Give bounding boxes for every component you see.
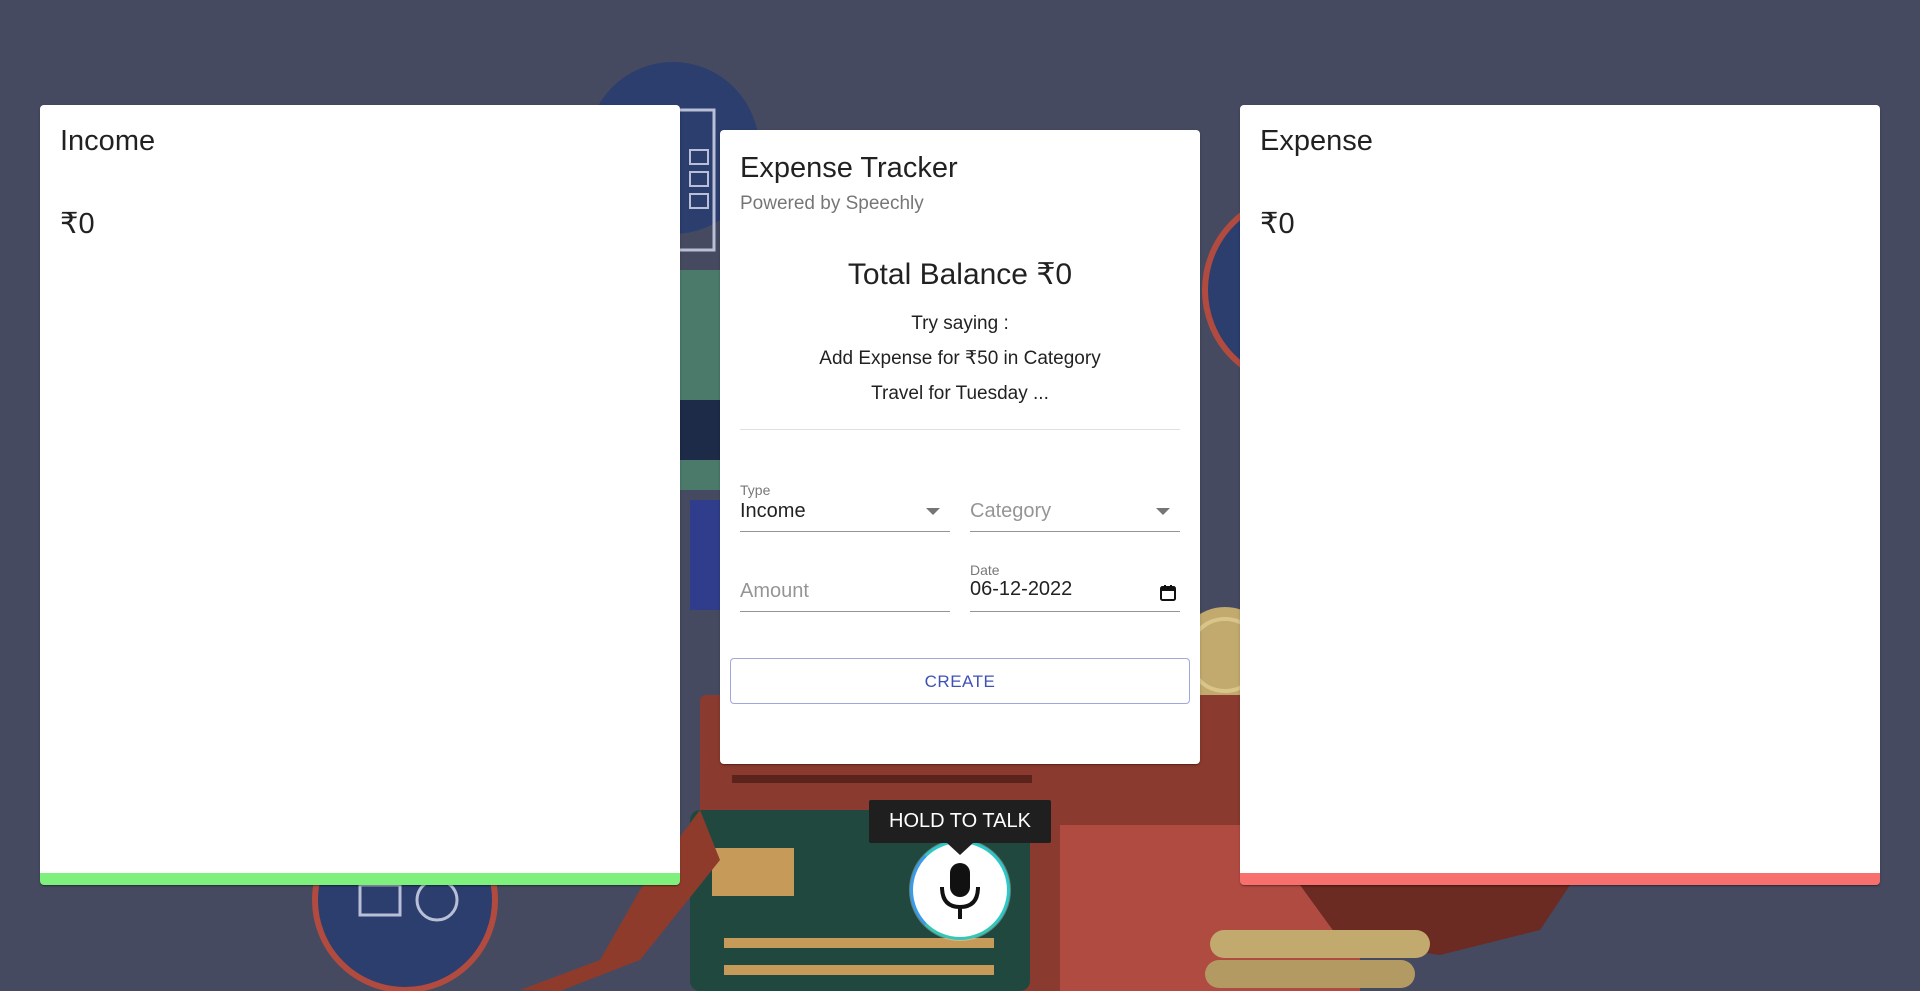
calendar-icon[interactable] [1160,585,1176,601]
expense-title: Expense [1260,125,1373,157]
income-title: Income [60,125,156,157]
expense-tracker-card: Expense Tracker Powered by Speechly Tota… [720,130,1200,764]
total-balance: Total Balance ₹0 [847,258,1073,291]
type-label: Type [740,482,771,498]
amount-placeholder: Amount [740,580,809,602]
category-select[interactable]: Category [970,482,1180,532]
date-input[interactable]: Date 06-12-2022 [970,562,1180,612]
voice-hint: Try saying : Add Expense for ₹50 in Cate… [740,306,1180,411]
date-label: Date [970,562,1000,578]
category-placeholder: Category [970,500,1052,522]
microphone-icon [940,863,980,919]
tooltip-arrow [947,843,973,855]
type-value: Income [740,500,806,522]
income-amount: ₹0 [60,208,95,240]
amount-input[interactable]: Amount [740,562,950,612]
divider [740,429,1180,430]
date-value: 06-12-2022 [970,578,1073,600]
chevron-down-icon [926,508,940,515]
chevron-down-icon [1156,508,1170,515]
income-card: Income ₹0 [40,105,680,885]
type-select[interactable]: Type Income [740,482,950,532]
app-title: Expense Tracker [740,152,958,184]
hint-line-2: Add Expense for ₹50 in Category [819,348,1101,369]
app-subtitle: Powered by Speechly [740,193,924,214]
hint-line-1: Try saying : [911,313,1009,334]
push-to-talk-button[interactable] [910,840,1010,940]
hold-to-talk-tooltip: HOLD TO TALK [869,800,1051,843]
expense-card: Expense ₹0 [1240,105,1880,885]
create-button[interactable]: CREATE [730,658,1190,704]
expense-amount: ₹0 [1260,208,1295,240]
hint-line-3: Travel for Tuesday ... [871,383,1049,404]
